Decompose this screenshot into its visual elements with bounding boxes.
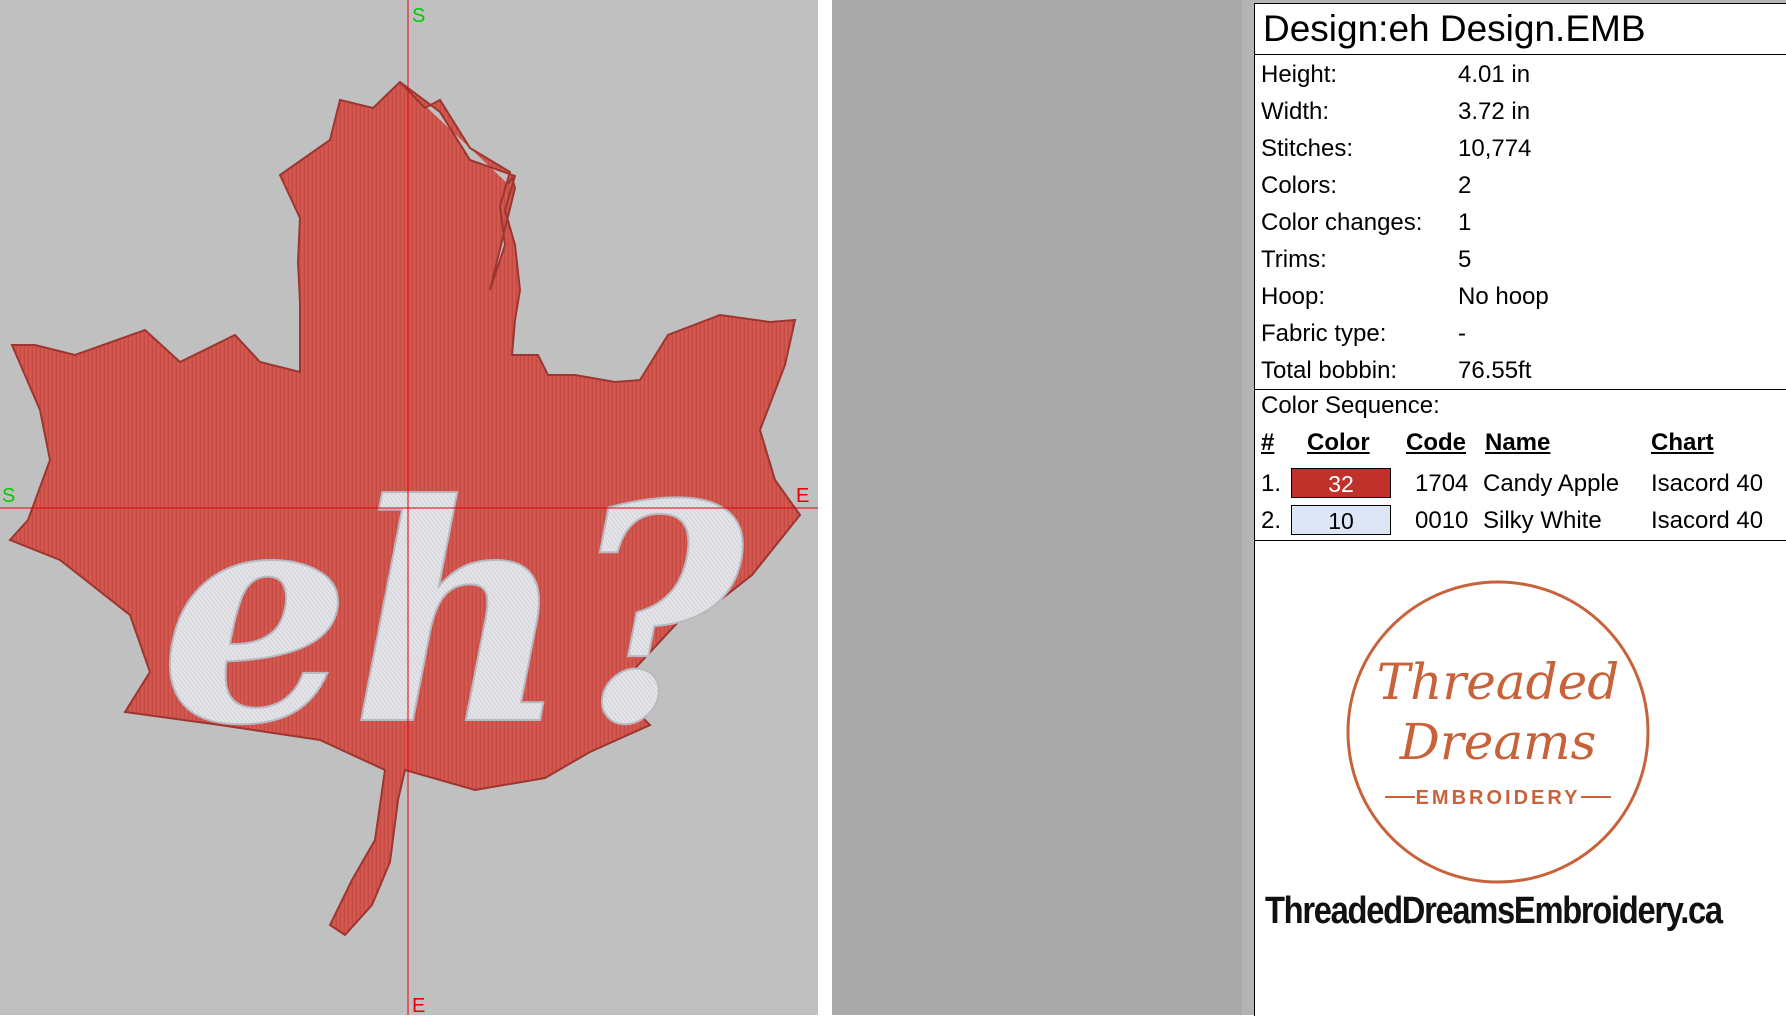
threaded-dreams-logo: Threaded Dreams EMBROIDERY	[1346, 580, 1650, 884]
col-header-color: Color	[1307, 429, 1370, 456]
design-info-sheet: Design:eh Design.EMB Height: 4.01 in Widt…	[1254, 3, 1786, 1016]
svg-text:Threaded: Threaded	[1377, 653, 1619, 711]
axis-label-left: S	[2, 485, 15, 507]
canvas-area: eh? S E S E	[0, 0, 832, 1015]
color-sequence-label: Color Sequence:	[1261, 392, 1440, 419]
embroidery-text: eh?	[160, 438, 747, 791]
website-url: ThreadedDreamsEmbroidery.ca	[1265, 890, 1723, 932]
axis-label-right: E	[796, 485, 809, 507]
col-header-chart: Chart	[1651, 429, 1714, 456]
color-sequence-row: 1. 32 1704 Candy Apple Isacord 40	[1261, 468, 1764, 498]
col-header-code: Code	[1406, 429, 1466, 456]
svg-text:Dreams: Dreams	[1399, 713, 1596, 771]
col-header-name: Name	[1485, 429, 1551, 456]
design-title: Design:eh Design.EMB	[1263, 8, 1646, 49]
canvas-gutter	[832, 0, 1242, 1015]
color-swatch: 32	[1291, 468, 1391, 498]
color-swatch: 10	[1291, 505, 1391, 535]
axis-label-bottom: E	[412, 995, 425, 1015]
axis-label-top: S	[412, 5, 425, 27]
color-sequence-row: 2. 10 0010 Silky White Isacord 40	[1261, 505, 1764, 535]
svg-text:EMBROIDERY: EMBROIDERY	[1416, 787, 1581, 809]
info-panel: Design:eh Design.EMB Height: 4.01 in Widt…	[1242, 0, 1786, 1016]
design-preview: eh? S E S E	[0, 0, 818, 1015]
divider	[1255, 540, 1786, 541]
divider	[1255, 389, 1786, 390]
col-header-num: #	[1261, 429, 1275, 456]
design-canvas[interactable]: eh? S E S E	[0, 0, 818, 1015]
divider	[1255, 54, 1786, 55]
